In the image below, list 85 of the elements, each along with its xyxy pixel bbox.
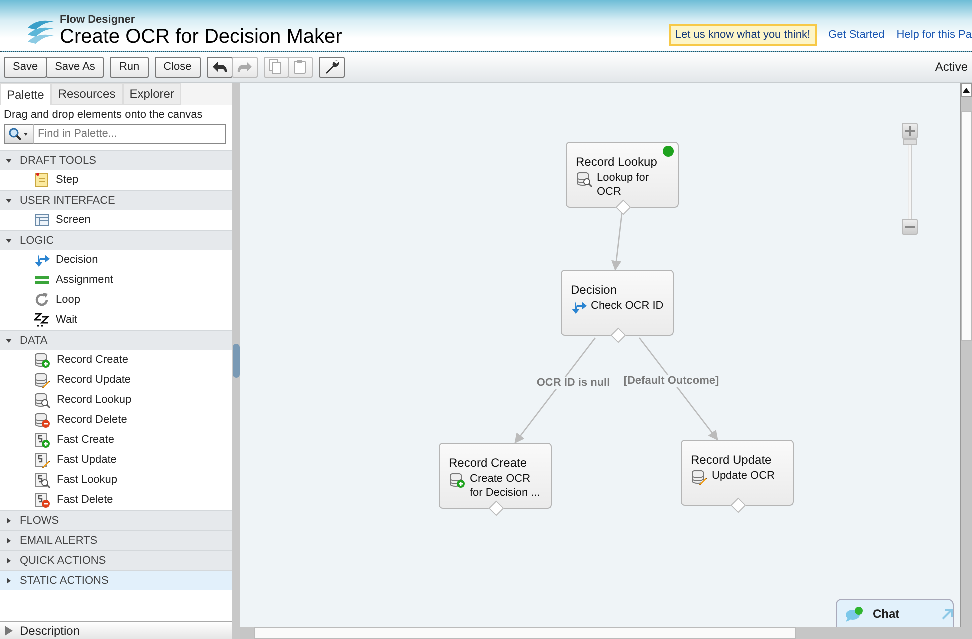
zoom-slider-thumb[interactable] <box>903 139 917 145</box>
undo-icon <box>212 60 228 74</box>
branch-arrow-icon <box>34 252 50 268</box>
node-type: Decision <box>571 283 618 297</box>
document-magnifier-icon <box>34 472 51 488</box>
node-type: Record Update <box>691 453 773 467</box>
feedback-link[interactable]: Let us know what you think! <box>669 24 817 46</box>
description-panel[interactable]: Description <box>0 621 232 639</box>
expand-arrow-icon <box>941 608 953 620</box>
toolbar-button[interactable]: Save As <box>46 56 104 78</box>
database-minus-icon <box>34 412 51 428</box>
note-icon <box>34 172 50 188</box>
header-link[interactable]: Get Started <box>828 29 885 41</box>
sidebar-tab[interactable]: Explorer <box>122 83 182 105</box>
palette-hint: Drag and drop elements onto the canvas <box>3 108 204 123</box>
expand-caret-icon <box>6 518 12 524</box>
expand-caret-icon <box>6 578 12 584</box>
copy-icon <box>269 59 284 75</box>
clipboard-icon <box>293 59 308 75</box>
loop-icon <box>34 292 50 308</box>
palette-section[interactable]: FLOWS <box>0 510 232 530</box>
expand-caret-icon <box>6 538 12 544</box>
palette-section[interactable]: STATIC ACTIONS <box>0 570 232 590</box>
database-plus-icon <box>449 472 466 489</box>
expand-caret-icon <box>6 558 12 564</box>
wrench-button[interactable] <box>318 56 345 78</box>
search-icon <box>8 127 30 141</box>
document-pencil-icon <box>34 452 51 468</box>
chat-widget[interactable]: Chat <box>836 599 954 627</box>
collapse-caret-icon <box>6 338 12 344</box>
splitter[interactable] <box>232 83 240 639</box>
toolbar-button[interactable]: Close <box>154 56 201 78</box>
toolbar-button[interactable]: Save <box>4 56 48 78</box>
plus-icon <box>905 126 915 136</box>
search-field[interactable]: Find in Palette... <box>34 124 226 144</box>
database-plus-icon <box>34 352 51 368</box>
palette-section[interactable]: USER INTERFACE <box>0 190 232 210</box>
palette-section[interactable]: EMAIL ALERTS <box>0 530 232 550</box>
flow-node[interactable]: Record Update Update OCR <box>681 440 794 506</box>
outcome-label: OCR ID is null <box>536 376 610 388</box>
window-icon <box>34 212 50 228</box>
speech-bubbles-icon <box>845 606 865 622</box>
collapse-caret-icon <box>6 158 12 164</box>
document-minus-icon <box>34 492 51 508</box>
up-arrow-icon <box>963 88 970 92</box>
node-type: Record Lookup <box>576 155 658 169</box>
branch-arrow-icon <box>571 299 587 315</box>
flow-node[interactable]: Record Create Create OCR for Decision ... <box>439 443 552 509</box>
database-pencil-icon <box>691 469 708 486</box>
node-name: Check OCR ID <box>591 299 665 314</box>
outcome-label: [Default Outcome] <box>624 375 720 387</box>
vertical-scrollbar[interactable] <box>960 83 972 627</box>
database-magnifier-icon <box>34 392 51 408</box>
header-link[interactable]: Help for this Pa <box>896 29 972 41</box>
sidebar-tab[interactable]: Resources <box>51 83 123 105</box>
search-menu-button[interactable] <box>4 124 34 144</box>
palette-section[interactable]: DATA <box>0 330 232 350</box>
document-plus-icon <box>34 432 51 448</box>
palette-section[interactable]: QUICK ACTIONS <box>0 550 232 570</box>
sleep-icon <box>34 312 50 328</box>
app-name: Flow Designer <box>60 14 136 26</box>
node-name: Create OCR for Decision ... <box>470 472 542 500</box>
splitter-handle[interactable] <box>232 344 240 378</box>
node-name: Update OCR <box>712 469 776 484</box>
flow-node[interactable]: Decision Check OCR ID <box>561 270 674 336</box>
database-magnifier-icon <box>576 171 593 188</box>
palette-section[interactable]: DRAFT TOOLS <box>0 150 232 170</box>
zoom-in-button[interactable] <box>902 123 918 139</box>
node-name: Lookup for OCR <box>597 171 650 199</box>
undo-button[interactable] <box>206 56 233 78</box>
toolbar-button[interactable]: Run <box>110 56 149 78</box>
redo-icon <box>236 60 253 74</box>
horizontal-scrollbar[interactable] <box>240 627 972 639</box>
expand-caret-icon <box>4 626 14 636</box>
flow-title: Create OCR for Decision Maker <box>60 26 342 48</box>
collapse-caret-icon <box>6 238 12 244</box>
sidebar-tab[interactable]: Palette <box>0 83 52 105</box>
status-label: Active <box>935 60 968 74</box>
palette-section[interactable]: LOGIC <box>0 230 232 250</box>
collapse-caret-icon <box>6 198 12 204</box>
wrench-icon <box>324 59 340 75</box>
zoom-out-button[interactable] <box>902 219 918 235</box>
database-pencil-icon <box>34 372 51 388</box>
flow-node[interactable]: Record Lookup Lookup for OCR <box>566 142 679 208</box>
node-type: Record Create <box>449 456 528 470</box>
